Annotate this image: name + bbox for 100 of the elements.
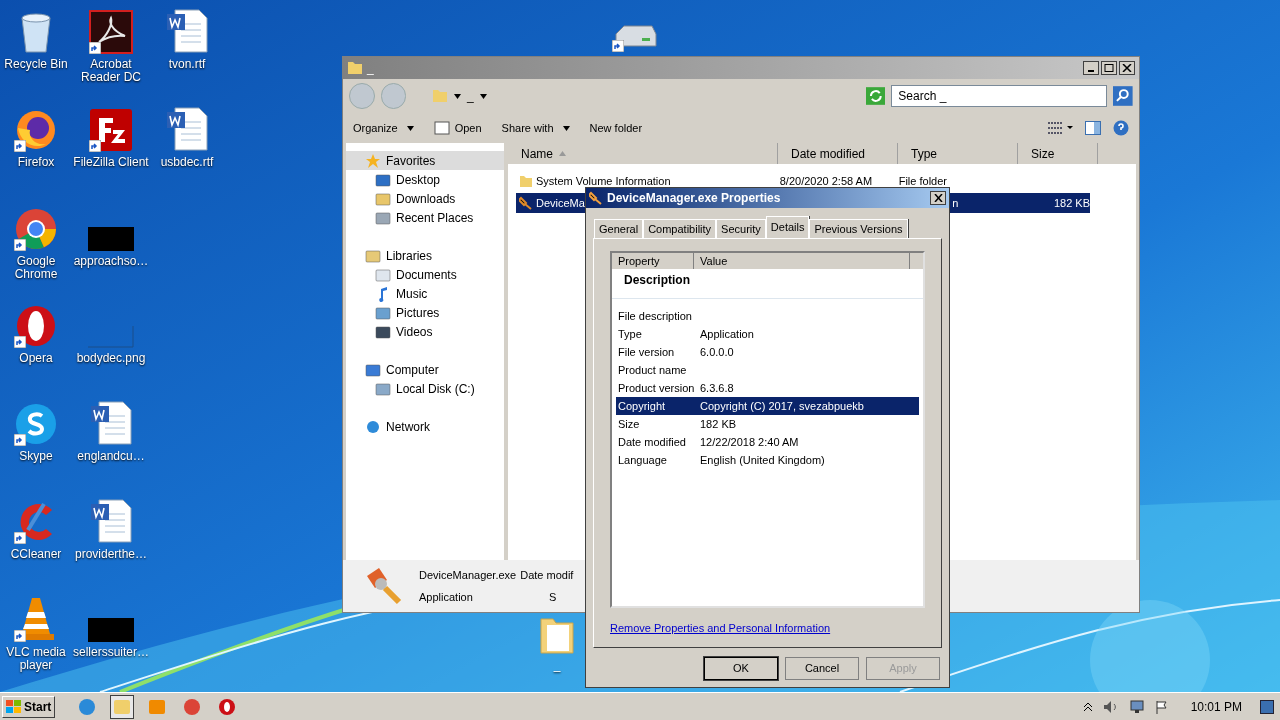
maximize-button[interactable] — [1101, 61, 1117, 75]
desktop-app-icon[interactable] — [165, 106, 209, 152]
tab[interactable]: Previous Versions — [809, 219, 908, 238]
property-row[interactable]: Language English (United Kingdom) — [616, 451, 919, 469]
property-row[interactable]: Type Application — [616, 325, 919, 343]
column-header[interactable]: Size — [1018, 143, 1098, 164]
desktop-icon-label: bodydec.png — [76, 352, 146, 365]
tab[interactable]: General — [594, 219, 644, 238]
property-row[interactable]: File version 6.0.0.0 — [616, 343, 919, 361]
desktop-app-icon[interactable] — [89, 498, 133, 544]
file-type-text: Application — [419, 589, 474, 605]
desktop-icon-label: VLC media player — [5, 646, 67, 672]
desktop-app-icon[interactable] — [89, 106, 133, 152]
application-icon — [589, 191, 603, 205]
nav-item[interactable]: Computer — [346, 360, 504, 379]
toolbar-button[interactable]: Organize — [353, 119, 414, 137]
column-header[interactable]: Name — [508, 143, 778, 164]
close-icon — [933, 194, 943, 202]
refresh-icon[interactable] — [865, 87, 886, 105]
property-row[interactable]: Product version 6.3.6.8 — [616, 379, 919, 397]
property-row[interactable]: Date modified 12/22/2018 2:40 AM — [616, 433, 919, 451]
dialog-button[interactable]: OK — [704, 657, 778, 680]
sort-arrow-icon — [559, 151, 566, 156]
column-header[interactable]: Type — [898, 143, 1018, 164]
nav-item[interactable]: Desktop — [346, 170, 504, 189]
file-row[interactable]: System Volume Information 8/20/2020 2:58 AM File folder — [516, 171, 1090, 191]
caret-icon — [479, 93, 487, 99]
remove-properties-link[interactable]: Remove Properties and Personal Information — [610, 620, 831, 637]
desktop-app-icon[interactable] — [89, 8, 133, 54]
desktop-icon-label: sellerssuiter… — [73, 646, 149, 659]
flag-icon[interactable] — [1154, 699, 1169, 714]
desktop-app-icon[interactable] — [612, 22, 660, 52]
desktop-icon-label: providerthe… — [74, 548, 147, 561]
toolbar-button[interactable]: New folder — [589, 119, 643, 137]
maximize-icon — [1104, 64, 1114, 72]
desktop-app-icon[interactable] — [89, 400, 133, 446]
close-button[interactable] — [1119, 61, 1135, 75]
desktop-icon-label: Firefox — [17, 156, 55, 169]
desktop-icon-label: usbdec.rtf — [160, 156, 214, 169]
search-icon[interactable] — [1113, 86, 1133, 106]
property-row[interactable]: Product name — [616, 361, 919, 379]
column-header[interactable]: Property — [612, 253, 694, 269]
property-row[interactable]: Copyright Copyright (C) 2017, svezabpuekb — [616, 397, 919, 415]
desktop-icon-label: tvon.rtf — [168, 58, 206, 71]
nav-item[interactable]: Network — [346, 417, 504, 436]
nav-item[interactable]: Local Disk (C:) — [346, 379, 504, 398]
caret-icon — [562, 125, 570, 131]
window-title: _ — [367, 60, 374, 77]
desktop-icon-label: englandcu… — [77, 450, 145, 463]
nav-item[interactable]: Pictures — [346, 303, 504, 322]
preview-pane-icon[interactable] — [1085, 121, 1101, 135]
toolbar-button[interactable]: Open — [433, 119, 482, 137]
toolbar-button[interactable]: Share with — [501, 119, 570, 137]
help-icon[interactable] — [1113, 120, 1129, 136]
nav-item[interactable]: Videos — [346, 322, 504, 341]
desktop-icon-label: _ — [553, 659, 561, 672]
dialog-button[interactable]: Cancel — [785, 657, 859, 680]
property-row[interactable]: File description — [616, 307, 919, 325]
caret-icon — [454, 93, 462, 99]
start-button[interactable]: Start — [2, 695, 56, 718]
desktop-icon-label: Acrobat Reader DC — [80, 58, 142, 84]
nav-item[interactable]: Music — [346, 284, 504, 303]
windows-logo-icon — [6, 699, 22, 714]
tab[interactable]: Details — [765, 216, 810, 238]
view-list-icon[interactable] — [1047, 121, 1073, 135]
nav-item[interactable]: Favorites — [346, 151, 504, 170]
desktop-app-icon[interactable] — [165, 8, 209, 54]
nav-item[interactable]: Documents — [346, 265, 504, 284]
nav-item[interactable]: Downloads — [346, 189, 504, 208]
taskbar-app-icon[interactable] — [110, 694, 135, 719]
network-icon[interactable] — [1128, 699, 1145, 714]
column-header[interactable]: Value — [694, 253, 910, 269]
minimize-button[interactable] — [1083, 61, 1099, 75]
application-icon — [519, 196, 533, 210]
nav-item[interactable]: Libraries — [346, 246, 504, 265]
nav-item[interactable]: Recent Places — [346, 208, 504, 227]
desktop-icon-label: Google Chrome — [13, 255, 59, 281]
desktop-icon-label: Skype — [19, 450, 53, 463]
desktop-icon-label: approachso… — [73, 255, 149, 268]
clock[interactable]: 10:01 PM — [1190, 697, 1242, 716]
address-bar[interactable]: _ — [428, 85, 860, 107]
size-label: S — [549, 589, 557, 605]
dialog-title: DeviceManager.exe Properties — [607, 190, 781, 207]
column-header[interactable]: Date modified — [778, 143, 898, 164]
desktop-icon-label: CCleaner — [10, 548, 62, 561]
window-icon — [433, 121, 450, 135]
show-desktop-button[interactable] — [1260, 699, 1274, 714]
desktop-icon-label: Recycle Bin — [4, 58, 68, 71]
section-heading: Description — [612, 269, 923, 299]
star-icon — [365, 152, 381, 169]
volume-icon[interactable] — [1102, 699, 1119, 714]
property-row[interactable]: Size 182 KB — [616, 415, 919, 433]
close-icon — [1122, 64, 1132, 72]
tab[interactable]: Compatibility — [643, 219, 717, 238]
tab[interactable]: Security — [716, 219, 766, 238]
caret-icon — [406, 125, 414, 131]
search-field[interactable]: Search _ — [891, 85, 1108, 107]
close-button[interactable] — [930, 191, 946, 205]
tray-expand-icon[interactable] — [1082, 700, 1093, 713]
desktop-icon-label: Opera — [19, 352, 53, 365]
